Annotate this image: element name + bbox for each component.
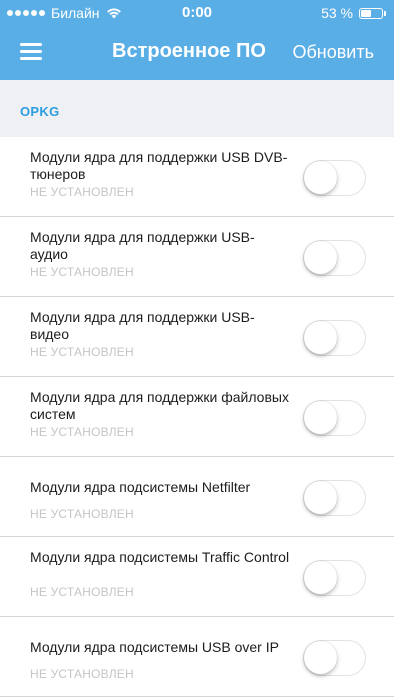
module-row: Модули ядра подсистемы Netfilter НЕ УСТАН… (0, 457, 394, 537)
section-title: OPKG (20, 104, 60, 119)
toggle-knob (304, 241, 337, 274)
battery-cap (384, 10, 386, 16)
update-button[interactable]: Обновить (292, 42, 374, 63)
module-toggle[interactable] (303, 240, 366, 276)
module-status: НЕ УСТАНОВЛЕН (30, 345, 134, 359)
module-status: НЕ УСТАНОВЛЕН (30, 425, 134, 439)
module-row: Модули ядра подсистемы Traffic Control НЕ… (0, 537, 394, 617)
module-row: Модули ядра для поддержки файловых систе… (0, 377, 394, 457)
module-toggle[interactable] (303, 160, 366, 196)
page-title: Встроенное ПО (112, 40, 266, 62)
module-list: Модули ядра для поддержки USB DVB-тюнеро… (0, 137, 394, 697)
toggle-knob (304, 401, 337, 434)
module-status: НЕ УСТАНОВЛЕН (30, 265, 134, 279)
module-name: Модули ядра подсистемы Traffic Control (30, 549, 290, 565)
battery-percent: 53 % (321, 5, 353, 21)
section-header: OPKG (0, 80, 394, 137)
battery-fill (361, 9, 371, 17)
module-toggle[interactable] (303, 320, 366, 356)
status-bar: Билайн 0:00 53 % (0, 0, 394, 26)
module-toggle[interactable] (303, 400, 366, 436)
toggle-knob (304, 161, 337, 194)
module-row: Модули ядра для поддержки USB-аудио НЕ УС… (0, 217, 394, 297)
module-status: НЕ УСТАНОВЛЕН (30, 667, 134, 681)
module-row: Модули ядра для поддержки USB-видео НЕ УС… (0, 297, 394, 377)
module-toggle[interactable] (303, 640, 366, 676)
toggle-knob (304, 321, 337, 354)
module-name: Модули ядра для поддержки USB DVB-тюнеро… (30, 149, 288, 182)
module-row: Модули ядра подсистемы USB over IP НЕ УСТ… (0, 617, 394, 697)
nav-bar: Встроенное ПО Обновить (0, 26, 394, 80)
module-name: Модули ядра для поддержки USB-видео (30, 309, 255, 342)
app-header: Билайн 0:00 53 % Встроенное ПО Обновить (0, 0, 394, 80)
module-name: Модули ядра подсистемы USB over IP (30, 639, 279, 655)
module-toggle[interactable] (303, 560, 366, 596)
firmware-screen: Билайн 0:00 53 % Встроенное ПО Обновить … (0, 0, 394, 700)
module-name: Модули ядра для поддержки USB-аудио (30, 229, 255, 262)
toggle-knob (304, 561, 337, 594)
module-name: Модули ядра подсистемы Netfilter (30, 479, 251, 495)
module-toggle[interactable] (303, 480, 366, 516)
toggle-knob (304, 641, 337, 674)
module-status: НЕ УСТАНОВЛЕН (30, 185, 134, 199)
battery-status: 53 % (321, 4, 386, 22)
menu-icon[interactable] (18, 40, 46, 64)
module-status: НЕ УСТАНОВЛЕН (30, 507, 134, 521)
module-name: Модули ядра для поддержки файловых систе… (30, 389, 289, 422)
battery-icon (359, 7, 383, 19)
toggle-knob (304, 481, 337, 514)
module-row: Модули ядра для поддержки USB DVB-тюнеро… (0, 137, 394, 217)
module-status: НЕ УСТАНОВЛЕН (30, 585, 134, 599)
